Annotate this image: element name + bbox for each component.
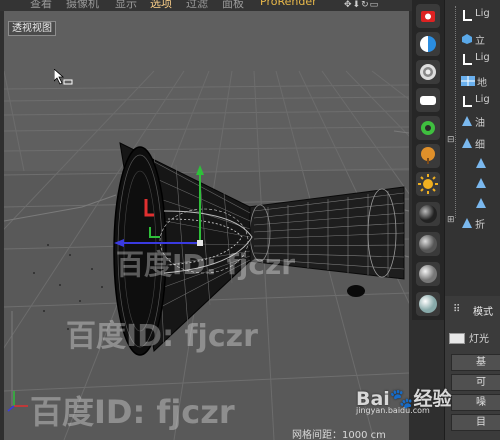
grid-spacing-readout: 网格间距：1000 cm xyxy=(292,430,386,440)
arrow-down-icon[interactable]: ⬇ xyxy=(353,0,362,10)
viewport-menubar: 查看 摄像机 显示 选项 过滤 面板 ProRender ✥⬇↻▭ xyxy=(0,0,412,11)
menu-prorender[interactable]: ProRender xyxy=(260,0,317,8)
cone-icon xyxy=(462,218,472,228)
cone-icon xyxy=(476,198,486,208)
menu-options[interactable]: 选项 xyxy=(150,0,172,11)
watermark-text: 百度ID: fjczr xyxy=(116,248,296,281)
attr-tab-basic[interactable]: 基 xyxy=(451,354,500,371)
sphere-light-icon[interactable] xyxy=(416,262,440,286)
sphere-dark-icon[interactable] xyxy=(416,202,440,226)
viewport-nav-icons[interactable]: ✥⬇↻▭ xyxy=(344,0,379,10)
menu-panel[interactable]: 面板 xyxy=(222,0,244,11)
object-row[interactable]: 立 xyxy=(445,30,500,50)
light-icon xyxy=(463,10,472,21)
cone-icon xyxy=(476,178,486,188)
perspective-viewport[interactable]: 透视视图 网格间距：1000 cm 百度ID: fjczr 百度ID: fjcz… xyxy=(4,11,409,440)
menu-display[interactable]: 显示 xyxy=(115,0,137,11)
tree-icon[interactable] xyxy=(416,144,440,168)
gear-green-icon[interactable] xyxy=(416,116,440,140)
baidu-site-url: jingyan.baidu.com xyxy=(356,406,430,415)
attr-tab-target[interactable]: 目 xyxy=(451,414,500,431)
target-icon[interactable] xyxy=(416,60,440,84)
object-row[interactable]: ⊟ 细 xyxy=(445,134,500,154)
object-row[interactable]: Lig xyxy=(445,92,500,112)
object-row[interactable]: Lig xyxy=(445,50,500,70)
floor-icon xyxy=(461,76,475,86)
watermark-text: 百度ID: fjczr xyxy=(30,393,235,431)
attr-object-row: 灯光 xyxy=(449,330,489,345)
light-panel-icon[interactable] xyxy=(416,88,440,112)
grid-menu-icon[interactable]: ⠿ xyxy=(453,304,460,315)
watermark-text: 百度ID: fjczr xyxy=(66,319,258,354)
camera-icon[interactable] xyxy=(416,4,440,28)
light-object-icon xyxy=(449,333,465,344)
half-circle-icon[interactable] xyxy=(416,32,440,56)
object-row[interactable] xyxy=(445,194,500,214)
object-row[interactable]: Lig xyxy=(445,6,500,26)
cone-icon xyxy=(462,116,472,126)
attributes-panel: ⠿ 模式 灯光 基 可 噪 目 xyxy=(444,296,500,440)
object-row[interactable]: 地 xyxy=(445,72,500,92)
move-arrows-icon[interactable]: ✥ xyxy=(344,0,353,10)
expand-icon[interactable]: ⊞ xyxy=(447,215,455,225)
sphere-gray-icon[interactable] xyxy=(416,232,440,256)
baidu-jingyan-watermark: Bai🐾经验 jingyan.baidu.com xyxy=(356,384,451,415)
menu-view[interactable]: 查看 xyxy=(30,0,52,11)
window-icon[interactable]: ▭ xyxy=(370,0,380,10)
attr-tab-visible[interactable]: 可 xyxy=(451,374,500,391)
sun-icon[interactable] xyxy=(416,172,440,196)
cube-icon xyxy=(462,34,472,44)
light-icon xyxy=(463,96,472,107)
view-name-label[interactable]: 透视视图 xyxy=(8,21,56,36)
object-row[interactable] xyxy=(445,154,500,174)
object-manager: Lig 立 Lig 地 Lig 油 ⊟ 细 ⊞ 折 xyxy=(444,0,500,296)
light-icon xyxy=(463,54,472,65)
object-row[interactable] xyxy=(445,174,500,194)
rotate-icon[interactable]: ↻ xyxy=(361,0,370,10)
cone-icon xyxy=(462,138,472,148)
attr-tab-noise[interactable]: 噪 xyxy=(451,394,500,411)
c4d-window: 查看 摄像机 显示 选项 过滤 面板 ProRender ✥⬇↻▭ 透视视图 网… xyxy=(0,0,500,440)
cone-icon xyxy=(476,158,486,168)
attr-mode-label[interactable]: 模式 xyxy=(473,303,493,318)
object-row[interactable]: 油 xyxy=(445,112,500,132)
sphere-silver-icon[interactable] xyxy=(416,292,440,316)
menu-filter[interactable]: 过滤 xyxy=(186,0,208,11)
menu-camera[interactable]: 摄像机 xyxy=(66,0,99,11)
mouse-cursor-icon xyxy=(54,69,73,85)
object-toolbar xyxy=(412,0,444,320)
attr-object-label: 灯光 xyxy=(469,334,489,345)
expand-icon[interactable]: ⊟ xyxy=(447,135,455,145)
object-row[interactable]: ⊞ 折 xyxy=(445,214,500,234)
